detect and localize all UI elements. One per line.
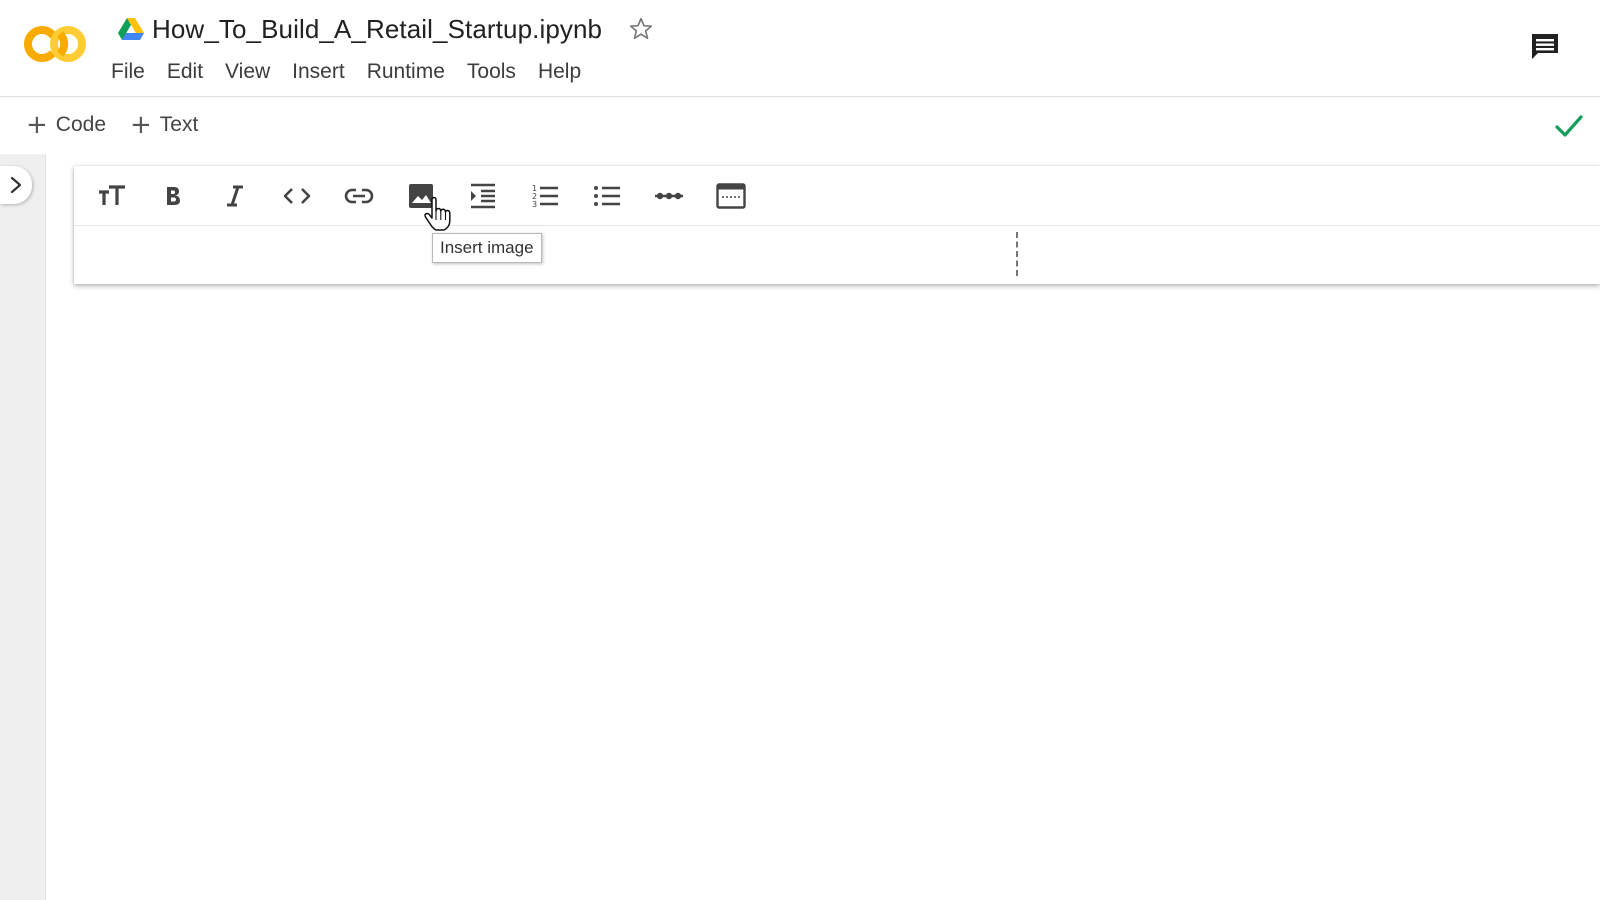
menu-tools[interactable]: Tools <box>456 58 527 86</box>
italic-button[interactable] <box>217 178 253 214</box>
check-icon <box>1555 115 1583 137</box>
menu-insert[interactable]: Insert <box>281 58 356 86</box>
preview-toggle-button[interactable] <box>713 178 749 214</box>
colab-logo[interactable] <box>22 22 88 66</box>
left-gutter <box>0 154 46 900</box>
horizontal-rule-icon <box>655 192 683 200</box>
plus-icon: + <box>26 110 48 140</box>
heading-button[interactable] <box>94 178 130 214</box>
add-code-cell-button[interactable]: + Code <box>26 112 106 138</box>
numbered-list-icon: 1 2 3 <box>532 184 558 209</box>
menu-edit[interactable]: Edit <box>156 58 214 86</box>
bulleted-list-button[interactable] <box>589 178 625 214</box>
svg-text:3: 3 <box>532 200 537 209</box>
numbered-list-button[interactable]: 1 2 3 <box>527 178 563 214</box>
editor-preview-divider <box>1016 232 1018 276</box>
horizontal-rule-button[interactable] <box>651 178 687 214</box>
chevron-right-icon <box>10 176 22 194</box>
link-icon <box>344 188 374 204</box>
markdown-editor[interactable] <box>74 227 1600 284</box>
link-button[interactable] <box>341 178 377 214</box>
menu-bar: File Edit View Insert Runtime Tools Help <box>100 57 592 87</box>
notebook-title[interactable]: How_To_Build_A_Retail_Startup.ipynb <box>152 14 602 45</box>
italic-icon <box>227 185 243 207</box>
preview-toggle-icon <box>716 183 746 209</box>
drive-icon[interactable] <box>118 17 144 41</box>
indent-button[interactable] <box>465 178 501 214</box>
insert-image-button[interactable] <box>403 178 439 214</box>
insert-image-tooltip: Insert image <box>432 233 542 263</box>
bold-button[interactable] <box>155 178 191 214</box>
bulleted-list-icon <box>594 186 620 206</box>
insert-toolbar: + Code + Text <box>0 98 1600 154</box>
code-button[interactable] <box>279 178 315 214</box>
indent-icon <box>471 183 495 209</box>
bold-icon <box>167 187 180 205</box>
add-text-cell-button[interactable]: + Text <box>130 112 198 138</box>
add-text-label: Text <box>159 113 199 136</box>
menu-view[interactable]: View <box>214 58 281 86</box>
insert-image-icon <box>409 184 433 208</box>
star-icon[interactable] <box>628 16 654 42</box>
plus-icon: + <box>130 110 152 140</box>
text-cell-editor: 1 2 3 Insert image <box>74 166 1600 284</box>
comment-icon[interactable] <box>1530 32 1560 60</box>
app-header: How_To_Build_A_Retail_Startup.ipynb File… <box>0 0 1600 97</box>
add-code-label: Code <box>55 113 106 136</box>
menu-runtime[interactable]: Runtime <box>356 58 456 86</box>
format-toolbar: 1 2 3 <box>74 166 1600 226</box>
code-icon <box>283 188 311 204</box>
title-row: How_To_Build_A_Retail_Startup.ipynb <box>118 12 654 46</box>
menu-file[interactable]: File <box>100 58 156 86</box>
menu-help[interactable]: Help <box>527 58 592 86</box>
heading-icon <box>99 185 125 205</box>
